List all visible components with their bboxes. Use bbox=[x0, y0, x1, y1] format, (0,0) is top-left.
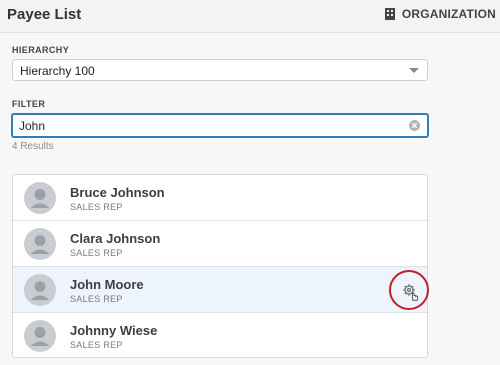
gear-icon[interactable] bbox=[402, 283, 420, 301]
hierarchy-label: HIERARCHY bbox=[12, 45, 70, 55]
payee-name: Bruce Johnson bbox=[70, 185, 165, 200]
avatar-icon bbox=[24, 228, 56, 260]
highlight-circle bbox=[389, 270, 429, 310]
hierarchy-select[interactable]: Hierarchy 100 bbox=[12, 59, 428, 81]
payee-row[interactable]: John Moore SALES REP bbox=[13, 267, 427, 313]
building-icon bbox=[384, 8, 395, 20]
payee-role: SALES REP bbox=[70, 248, 123, 258]
payee-name: Clara Johnson bbox=[70, 231, 161, 246]
payee-role: SALES REP bbox=[70, 340, 123, 350]
page-header: Payee List ORGANIZATION bbox=[0, 0, 500, 33]
avatar-icon bbox=[24, 274, 56, 306]
filter-label: FILTER bbox=[12, 99, 46, 109]
payee-row[interactable]: Clara Johnson SALES REP bbox=[13, 221, 427, 267]
filter-field[interactable] bbox=[11, 113, 429, 138]
avatar-icon bbox=[24, 320, 56, 352]
chevron-down-icon bbox=[409, 68, 419, 73]
payee-role: SALES REP bbox=[70, 202, 123, 212]
filter-input[interactable] bbox=[19, 118, 399, 134]
payee-list: Bruce Johnson SALES REP Clara Johnson SA… bbox=[12, 174, 428, 358]
payee-row[interactable]: Johnny Wiese SALES REP bbox=[13, 313, 427, 357]
organization-link[interactable]: ORGANIZATION bbox=[384, 7, 496, 21]
page-title: Payee List bbox=[7, 6, 82, 23]
payee-name: Johnny Wiese bbox=[70, 323, 158, 338]
payee-role: SALES REP bbox=[70, 294, 123, 304]
payee-name: John Moore bbox=[70, 277, 144, 292]
payee-row[interactable]: Bruce Johnson SALES REP bbox=[13, 175, 427, 221]
avatar-icon bbox=[24, 182, 56, 214]
organization-label: ORGANIZATION bbox=[401, 7, 496, 21]
clear-icon[interactable] bbox=[409, 120, 420, 131]
hierarchy-selected-value: Hierarchy 100 bbox=[20, 64, 95, 78]
results-count: 4 Results bbox=[12, 141, 54, 152]
